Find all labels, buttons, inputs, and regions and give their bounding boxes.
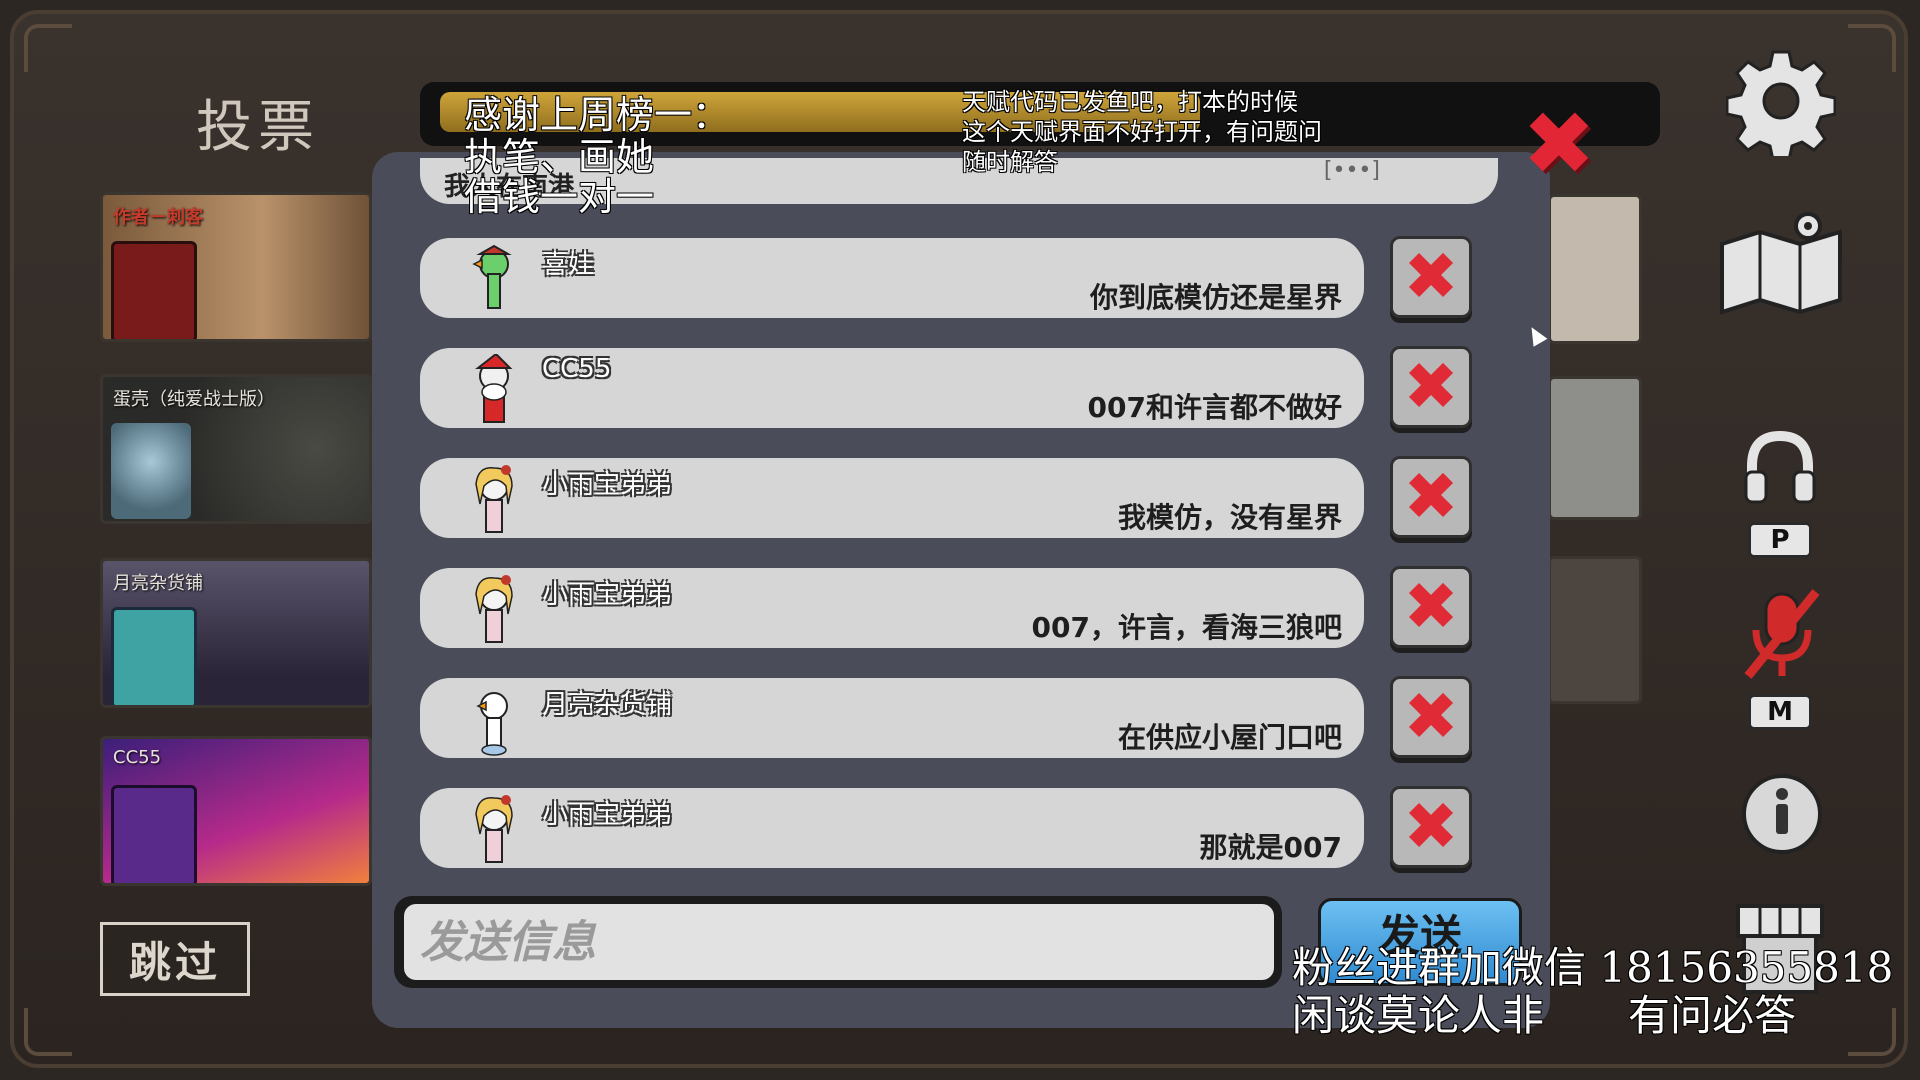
white-goose-avatar xyxy=(476,692,508,756)
report-button[interactable]: ✖ xyxy=(1390,456,1472,538)
frame-corner xyxy=(1848,1008,1896,1056)
player-card[interactable]: 月亮杂货铺 xyxy=(100,558,372,708)
player-card[interactable]: 作者－刺客 xyxy=(100,192,372,342)
mute-key: M xyxy=(1748,694,1812,730)
message-text: 在供应小屋门口吧 xyxy=(1117,721,1342,754)
gear-icon[interactable] xyxy=(1726,46,1836,156)
chat-message: 小雨宝弟弟 007，许言，看海三狼吧 xyxy=(420,568,1364,648)
red-x-icon: ✖ xyxy=(1403,788,1459,865)
player-card[interactable]: CC55 xyxy=(100,736,372,886)
player-name: 月亮杂货铺 xyxy=(113,573,203,594)
message-sender: 小雨宝弟弟 xyxy=(542,580,673,610)
player-name: CC55 xyxy=(113,747,162,768)
player-avatar xyxy=(111,785,197,883)
player-card[interactable]: 蛋壳（纯爱战士版） xyxy=(100,374,372,524)
chat-input[interactable] xyxy=(404,904,1274,980)
push-to-talk-key: P xyxy=(1748,522,1812,558)
player-card-right[interactable] xyxy=(1548,194,1642,344)
red-x-icon: ✖ xyxy=(1403,568,1459,645)
report-button[interactable]: ✖ xyxy=(1390,786,1472,868)
message-sender: 月亮杂货铺 xyxy=(542,690,673,720)
chat-message: 喜娃 你到底模仿还是星界 xyxy=(420,238,1364,318)
message-sender: 喜娃 xyxy=(542,250,595,280)
player-card-right[interactable] xyxy=(1548,556,1642,704)
chat-message: 月亮杂货铺 在供应小屋门口吧 xyxy=(420,678,1364,758)
report-button[interactable]: ✖ xyxy=(1390,346,1472,428)
blonde-goose-avatar xyxy=(475,575,513,643)
message-text: 007，许言，看海三狼吧 xyxy=(1031,611,1342,644)
red-x-icon: ✖ xyxy=(1403,348,1459,425)
player-avatar xyxy=(111,607,197,705)
message-text: 我模仿，没有星界 xyxy=(1117,501,1342,534)
message-text: 007和许言都不做好 xyxy=(1087,391,1342,424)
message-text: 你到底模仿还是星界 xyxy=(1089,281,1342,314)
player-avatar xyxy=(111,241,197,339)
info-icon[interactable] xyxy=(1740,772,1824,856)
overlay-notice-line3: 随时解答 xyxy=(962,148,1058,176)
frame-corner xyxy=(24,24,72,72)
frame-corner xyxy=(1848,24,1896,72)
headphones-icon[interactable] xyxy=(1740,428,1820,508)
player-name: 蛋壳（纯爱战士版） xyxy=(113,389,275,410)
santa-goose-avatar xyxy=(475,354,513,423)
chat-message: 小雨宝弟弟 那就是007 xyxy=(420,788,1364,868)
report-button[interactable]: ✖ xyxy=(1390,566,1472,648)
player-card-right[interactable] xyxy=(1548,376,1642,520)
red-x-icon: ✖ xyxy=(1403,458,1459,535)
blonde-goose-avatar xyxy=(475,465,513,533)
message-sender: 小雨宝弟弟 xyxy=(542,800,673,830)
player-name: 作者－刺客 xyxy=(113,207,203,228)
blonde-goose-avatar xyxy=(475,795,513,863)
red-x-icon: ✖ xyxy=(1403,678,1459,755)
report-button[interactable]: ✖ xyxy=(1390,676,1472,758)
map-icon[interactable] xyxy=(1716,208,1846,318)
frame-corner xyxy=(24,1008,72,1056)
green-goose-avatar xyxy=(472,244,512,309)
message-text: 那就是007 xyxy=(1199,831,1342,864)
overlay-thanks-line3: 借钱一对一 xyxy=(464,175,655,219)
vote-title: 投票 xyxy=(196,95,320,160)
message-sender: CC55 xyxy=(542,354,612,384)
player-avatar xyxy=(111,423,191,519)
message-sender: 小雨宝弟弟 xyxy=(542,470,673,500)
skip-button[interactable]: 跳过 xyxy=(100,922,250,996)
message-tag: [•••] xyxy=(1323,158,1380,183)
overlay-fan-line2: 闲谈莫论人非 有问必答 xyxy=(1292,991,1797,1040)
mic-muted-icon[interactable] xyxy=(1734,584,1830,684)
report-button[interactable]: ✖ xyxy=(1390,236,1472,318)
close-chat-button[interactable]: ✖ xyxy=(1522,100,1596,188)
chat-message: 小雨宝弟弟 我模仿，没有星界 xyxy=(420,458,1364,538)
chat-message: CC55 007和许言都不做好 xyxy=(420,348,1364,428)
red-x-icon: ✖ xyxy=(1403,238,1459,315)
